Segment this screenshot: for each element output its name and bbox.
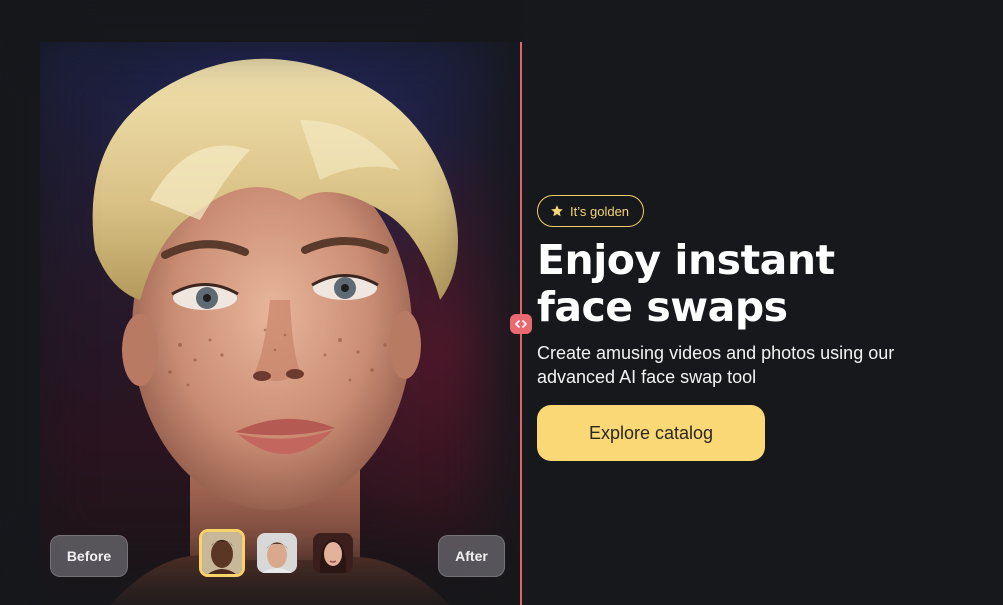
- headline-line-2: face swaps: [537, 283, 788, 331]
- page-title: Enjoy instant face swaps: [537, 237, 977, 331]
- before-button[interactable]: Before: [50, 535, 128, 577]
- headline-line-1: Enjoy instant: [537, 236, 835, 284]
- subtitle-line-2: advanced AI face swap tool: [537, 367, 757, 387]
- portrait-image: [92, 58, 458, 605]
- badge-text: It’s golden: [570, 203, 630, 219]
- page: Before After It’s golden Enjoy instant f…: [0, 0, 1003, 605]
- face-thumbnail-2-image: [257, 533, 297, 573]
- drag-arrows-icon: [515, 320, 527, 328]
- hero-subtitle: Create amusing videos and photos using o…: [537, 341, 987, 389]
- face-thumbnail-3-image: [313, 533, 353, 573]
- comparison-slider-handle[interactable]: [510, 314, 532, 334]
- face-thumbnail-3[interactable]: [313, 533, 353, 573]
- after-button[interactable]: After: [438, 535, 505, 577]
- star-icon: [551, 205, 563, 217]
- face-thumbnail-1[interactable]: [199, 529, 245, 577]
- subtitle-line-1: Create amusing videos and photos using o…: [537, 343, 895, 363]
- explore-catalog-button[interactable]: Explore catalog: [537, 405, 765, 461]
- face-thumbnail-1-image: [202, 532, 242, 574]
- face-swap-preview: Before After: [0, 0, 521, 605]
- face-thumbnail-2[interactable]: [257, 533, 297, 573]
- golden-badge: It’s golden: [537, 195, 645, 227]
